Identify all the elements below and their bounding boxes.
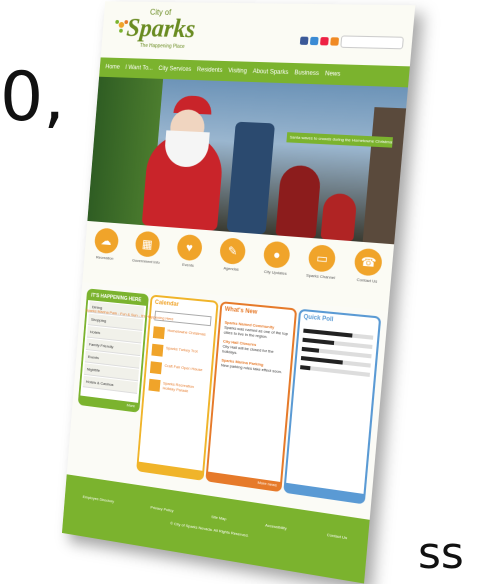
recreation-icon: ☁ [93,227,119,255]
quick-link-label: Recreation [95,254,114,261]
nav-item-i-want-to[interactable]: I Want To... [125,65,153,72]
site-search-input[interactable] [340,35,404,50]
social-links [299,36,340,46]
quick-link-label: Agendas [223,265,239,272]
background-text-left: 0, [0,58,65,137]
event-title: Sparks Recreation Holiday Parade [162,380,195,394]
calendar-event[interactable]: Sparks Recreation Holiday Parade [148,378,205,398]
logo-tagline: The Happening Place [139,42,185,50]
quick-link-recreation[interactable]: ☁ Recreation [88,227,125,262]
poll-title: Quick Poll [303,314,334,324]
footer-link[interactable]: Employee Directory [83,494,115,504]
news-item[interactable]: Sparks Named Community Sparks was named a… [224,320,290,342]
news-more-link[interactable]: More news [207,471,281,490]
footer-link[interactable]: Privacy Policy [150,505,174,513]
calendar-event[interactable]: Hometowne Christmas [152,326,210,344]
news-panel: What's New Sparks Named Community Sparks … [205,301,298,493]
nav-item-about[interactable]: About Sparks [252,69,288,76]
quick-link-label: Government Info [131,257,160,265]
parade-child [275,164,322,239]
nav-item-business[interactable]: Business [294,70,319,77]
logo-name: Sparks [125,13,197,44]
happening-more-link[interactable]: More [79,395,139,411]
nav-item-visiting[interactable]: Visiting [228,68,247,75]
calendar-more-link[interactable] [138,461,203,479]
poll-panel: Quick Poll [283,308,382,505]
date-badge [149,361,163,375]
quick-link-events[interactable]: ♥ Events [170,233,209,268]
news-item[interactable]: Sparks Marina Parking New parking rules t… [221,357,286,374]
hero-image: Santa waves to crowds during the Hometow… [87,76,409,245]
nav-item-city-services[interactable]: City Services [158,66,191,73]
quick-link-agendas[interactable]: ✎ Agendas [213,237,253,273]
pencil-icon: ✎ [218,237,247,266]
event-title: Hometowne Christmas [167,327,206,337]
building [362,107,407,245]
phone-icon: ☎ [353,247,384,277]
quick-link-label: Events [182,261,194,268]
date-badge [152,326,165,340]
nav-item-news[interactable]: News [325,71,341,78]
poll-bar-fill [303,328,353,338]
quick-link-updates[interactable]: ● City Updates [256,240,297,276]
calendar-event[interactable]: Sparks Turkey Trot [151,343,208,362]
poll-bar [300,365,371,377]
footer-link[interactable]: Site Map [211,514,227,521]
quick-link-label: City Updates [263,268,287,276]
building-icon: ▦ [134,230,161,258]
toy-soldier [226,121,276,235]
poll-results [296,328,377,377]
calendar-event[interactable]: Craft Fair Open House [149,361,207,379]
poll-bar-fill [301,346,320,353]
background-text-bottom: ss [418,528,464,579]
news-item[interactable]: City Hall Closures City Hall will be clos… [222,339,288,361]
event-title: Craft Fair Open House [164,362,203,373]
quick-link-government[interactable]: ▦ Government Info [128,230,166,265]
poll-bar-fill [300,355,343,365]
poll-bar-fill [300,365,311,371]
site-header: City of Sparks The Happening Place [100,1,416,67]
city-logo[interactable]: City of Sparks The Happening Place [112,7,218,54]
quick-link-label: Contact Us [356,276,378,284]
youtube-icon[interactable] [319,37,329,46]
website-screenshot: City of Sparks The Happening Place Home … [61,1,416,584]
date-badge [151,343,164,357]
poll-more-link[interactable] [285,482,364,503]
quick-link-channel[interactable]: ▭ Sparks Channel [301,244,343,281]
nav-item-residents[interactable]: Residents [197,67,223,74]
content-area: IT'S HAPPENING HERE Dining Shopping Hote… [68,282,389,507]
quick-link-contact[interactable]: ☎ Contact Us [347,247,390,284]
event-title: Sparks Turkey Trot [165,345,198,354]
rss-icon[interactable] [330,37,340,46]
twitter-icon[interactable] [309,36,319,46]
parade-child [320,192,358,242]
people-icon: ● [262,240,291,269]
footer-link[interactable]: Contact Us [327,532,348,540]
quick-link-label: Sparks Channel [305,272,336,281]
events-icon: ♥ [176,233,203,262]
facebook-icon[interactable] [299,36,309,45]
nav-item-home[interactable]: Home [105,64,120,70]
poll-bar-fill [302,337,334,346]
footer-link[interactable]: Accessibility [265,522,287,530]
date-badge [148,378,161,392]
monitor-icon: ▭ [307,244,337,273]
